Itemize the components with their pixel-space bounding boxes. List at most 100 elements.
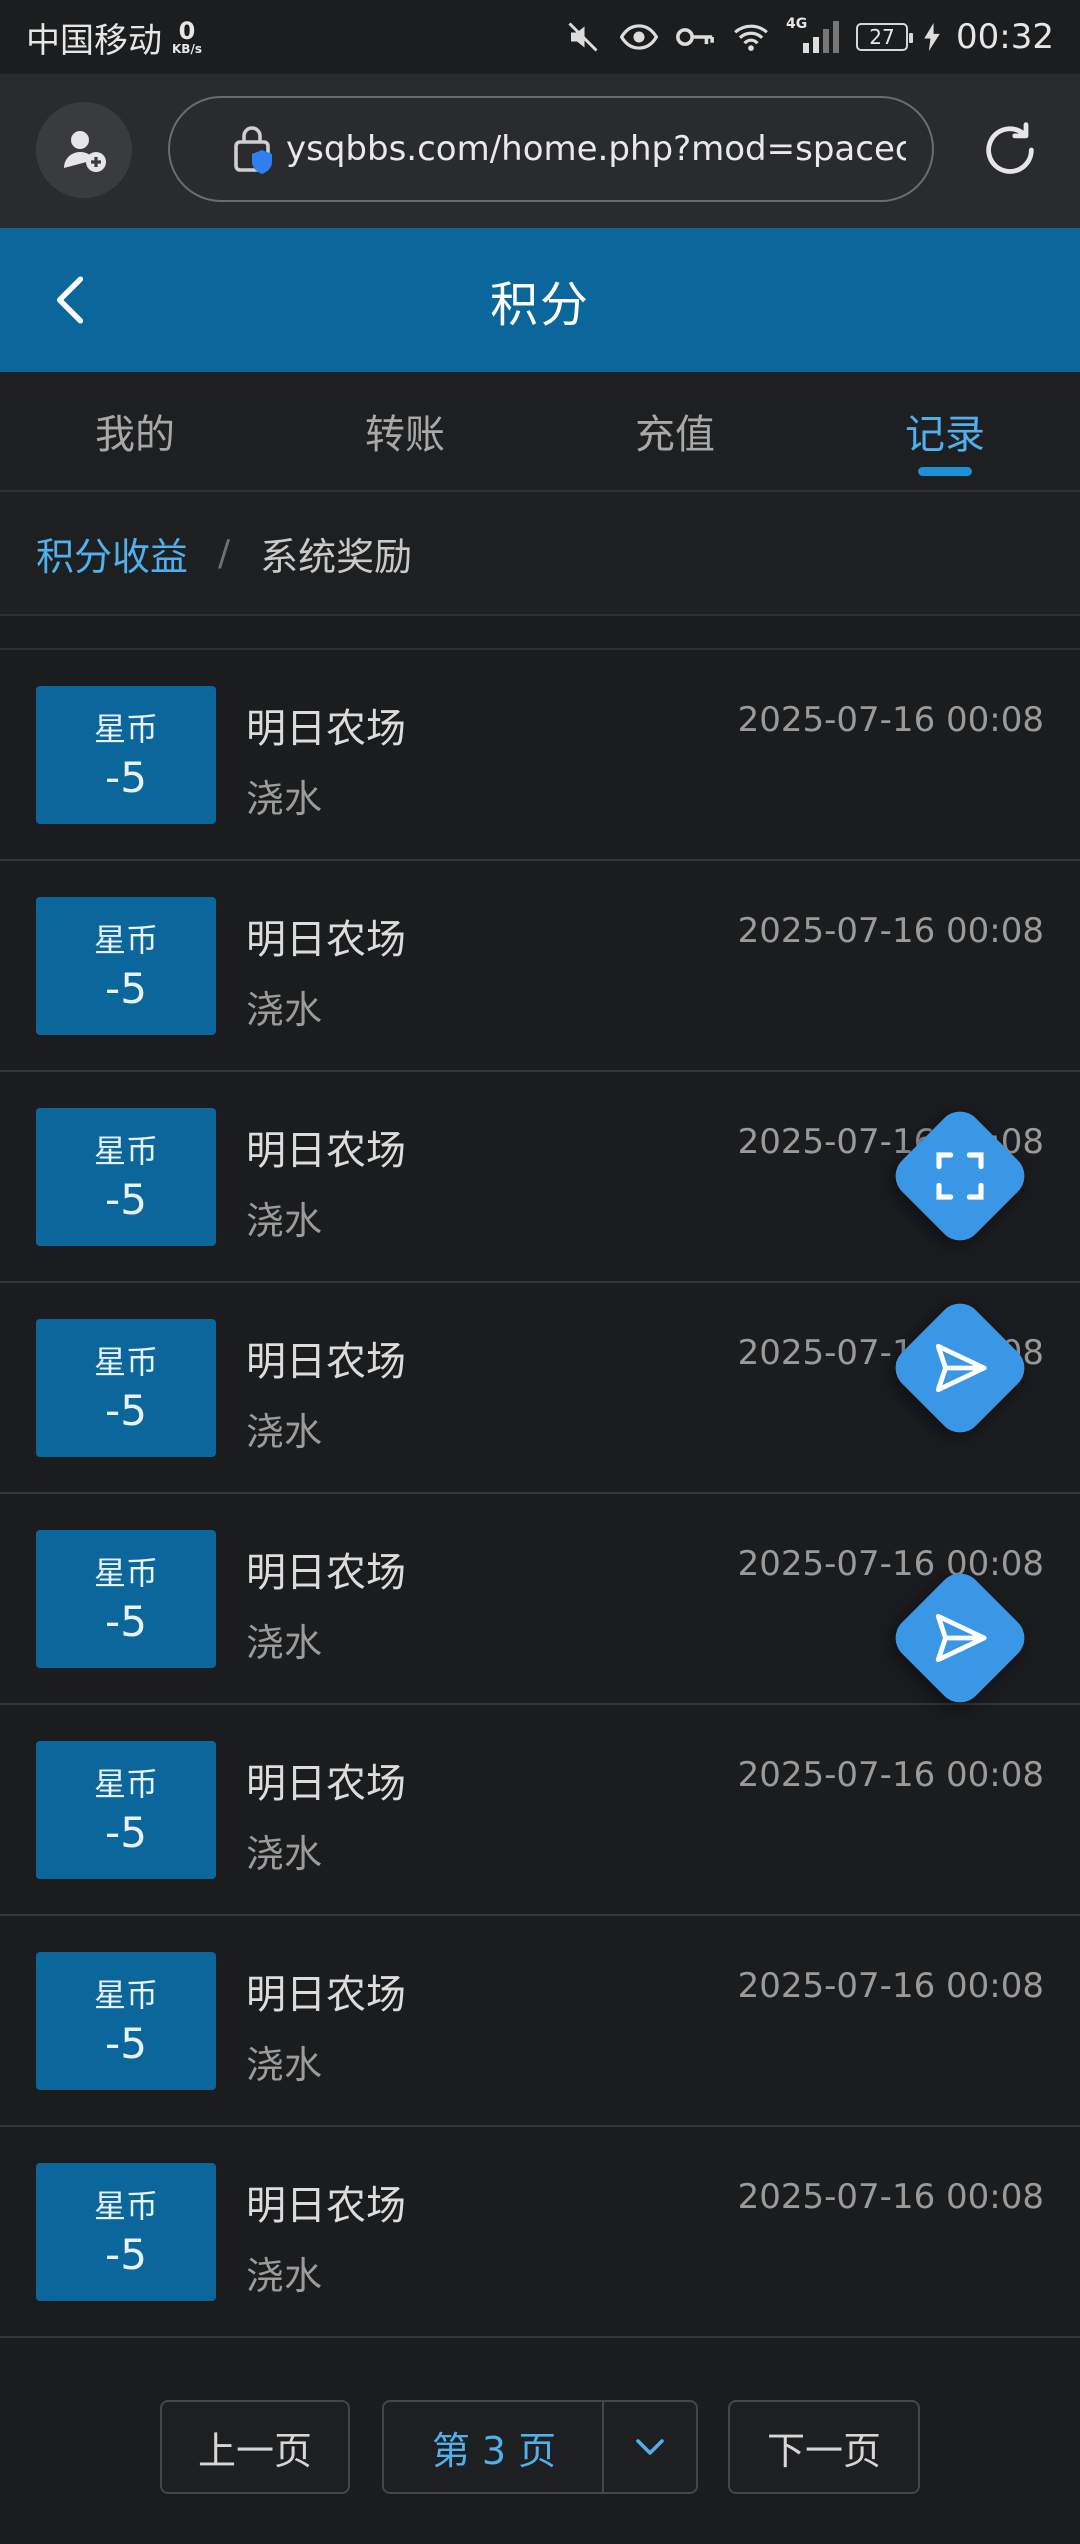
amount-value: -5 <box>105 1808 147 1857</box>
status-right: 4G 27 00:32 <box>562 16 1054 58</box>
record-action: 浇水 <box>246 1199 323 1243</box>
list-item: 星币 -5 明日农场 浇水 2025-07-16 00:08 <box>0 1494 1080 1705</box>
record-time: 2025-07-16 00:08 <box>737 1966 1044 2006</box>
breadcrumb-separator: / <box>218 532 231 574</box>
amount-badge: 星币 -5 <box>36 2163 216 2301</box>
status-left: 中国移动 0 KB/s <box>26 13 202 62</box>
breadcrumb-current: 系统奖励 <box>260 534 413 579</box>
key-icon <box>674 16 716 58</box>
page-dropdown-toggle[interactable] <box>602 2402 696 2492</box>
record-action: 浇水 <box>246 2043 323 2087</box>
prev-page-button[interactable]: 上一页 <box>160 2400 350 2494</box>
amount-badge: 星币 -5 <box>36 897 216 1035</box>
breadcrumb-link[interactable]: 积分收益 <box>36 526 188 581</box>
amount-value: -5 <box>105 2019 147 2068</box>
record-time: 2025-07-16 00:08 <box>737 1755 1044 1795</box>
send-icon <box>935 1343 987 1393</box>
currency-label: 星币 <box>93 1554 158 1592</box>
mute-icon <box>562 16 604 58</box>
amount-value: -5 <box>105 1386 147 1435</box>
currency-label: 星币 <box>93 1343 158 1381</box>
currency-label: 星币 <box>93 1765 158 1803</box>
record-title: 明日农场 <box>246 1339 406 1385</box>
record-action: 浇水 <box>246 777 323 821</box>
currency-label: 星币 <box>93 1976 158 2014</box>
record-title: 明日农场 <box>246 917 406 963</box>
current-page-label: 第 3 页 <box>431 2428 557 2473</box>
refresh-icon <box>986 122 1034 174</box>
send-icon <box>935 1613 987 1663</box>
list-item: 星币 -5 明日农场 浇水 2025-07-16 00:08 <box>0 1705 1080 1916</box>
add-user-icon <box>64 131 106 172</box>
tab-recharge[interactable]: 充值 <box>540 372 810 490</box>
record-title: 明日农场 <box>246 706 406 752</box>
amount-badge: 星币 -5 <box>36 686 216 824</box>
record-action: 浇水 <box>246 2254 323 2298</box>
amount-badge: 星币 -5 <box>36 1741 216 1879</box>
currency-label: 星币 <box>93 710 158 748</box>
record-title: 明日农场 <box>246 2183 406 2229</box>
page-title: 积分 <box>489 277 590 333</box>
currency-label: 星币 <box>93 1132 158 1170</box>
record-time: 2025-07-16 00:08 <box>737 700 1044 740</box>
record-action: 浇水 <box>246 988 323 1032</box>
record-action: 浇水 <box>246 1410 323 1454</box>
speed-unit: KB/s <box>172 42 202 56</box>
record-title: 明日农场 <box>246 1972 406 2018</box>
account-button[interactable] <box>36 102 132 198</box>
record-time: 2025-07-16 00:08 <box>737 1544 1044 1584</box>
network-type: 4G <box>786 16 808 32</box>
list-item: 星币 -5 明日农场 浇水 2025-07-16 00:08 <box>0 2127 1080 2338</box>
amount-value: -5 <box>105 753 147 802</box>
signal-icon: 4G <box>786 16 842 58</box>
breadcrumb: 积分收益 / 系统奖励 <box>0 492 1080 616</box>
list-item: 星币 -5 明日农场 浇水 2025-07-16 00:08 <box>0 650 1080 861</box>
eye-icon <box>618 16 660 58</box>
page-selector[interactable]: 第 3 页 <box>382 2400 698 2494</box>
battery-indicator: 27 <box>856 23 914 51</box>
tab-mine[interactable]: 我的 <box>0 372 270 490</box>
next-page-button[interactable]: 下一页 <box>728 2400 920 2494</box>
clock: 00:32 <box>956 17 1054 57</box>
tab-bar: 我的 转账 充值 记录 <box>0 372 1080 492</box>
chevron-down-icon <box>636 2439 664 2455</box>
record-title: 明日农场 <box>246 1550 406 1596</box>
back-button[interactable] <box>40 270 100 330</box>
currency-label: 星币 <box>93 921 158 959</box>
currency-label: 星币 <box>93 2187 158 2225</box>
amount-badge: 星币 -5 <box>36 1108 216 1246</box>
browser-toolbar: ysqbbs.com/home.php?mod=spacecp <box>0 74 1080 228</box>
amount-badge: 星币 -5 <box>36 1530 216 1668</box>
tab-records[interactable]: 记录 <box>810 372 1080 490</box>
fullscreen-icon <box>936 1152 984 1200</box>
record-action: 浇水 <box>246 1621 323 1665</box>
wifi-icon <box>730 16 772 58</box>
list-item: 星币 -5 明日农场 浇水 2025-07-16 00:08 <box>0 861 1080 1072</box>
record-title: 明日农场 <box>246 1761 406 1807</box>
amount-badge: 星币 -5 <box>36 1952 216 2090</box>
app-header: 积分 <box>0 228 1080 372</box>
record-action: 浇水 <box>246 1832 323 1876</box>
amount-value: -5 <box>105 1597 147 1646</box>
record-time: 2025-07-16 00:08 <box>737 911 1044 951</box>
network-speed: 0 KB/s <box>172 19 202 55</box>
amount-value: -5 <box>105 964 147 1013</box>
tab-transfer[interactable]: 转账 <box>270 372 540 490</box>
status-bar: 中国移动 0 KB/s 4G 27 00:32 <box>0 0 1080 74</box>
pagination: 上一页 第 3 页 下一页 <box>0 2354 1080 2544</box>
carrier-name: 中国移动 <box>26 20 162 61</box>
chevron-left-icon <box>56 276 84 324</box>
amount-value: -5 <box>105 1175 147 1224</box>
address-bar[interactable]: ysqbbs.com/home.php?mod=spacecp <box>168 96 934 202</box>
speed-value: 0 <box>178 17 196 45</box>
record-title: 明日农场 <box>246 1128 406 1174</box>
record-time: 2025-07-16 00:08 <box>737 2177 1044 2217</box>
refresh-button[interactable] <box>978 118 1042 182</box>
amount-value: -5 <box>105 2230 147 2279</box>
url-text: ysqbbs.com/home.php?mod=spacecp <box>286 129 906 169</box>
secure-lock-icon <box>230 124 278 180</box>
amount-badge: 星币 -5 <box>36 1319 216 1457</box>
list-item: 星币 -5 明日农场 浇水 2025-07-16 00:08 <box>0 1916 1080 2127</box>
charging-icon <box>922 16 942 58</box>
records-list: 星币 -5 明日农场 浇水 2025-07-16 00:08 星币 -5 明日农… <box>0 650 1080 2338</box>
